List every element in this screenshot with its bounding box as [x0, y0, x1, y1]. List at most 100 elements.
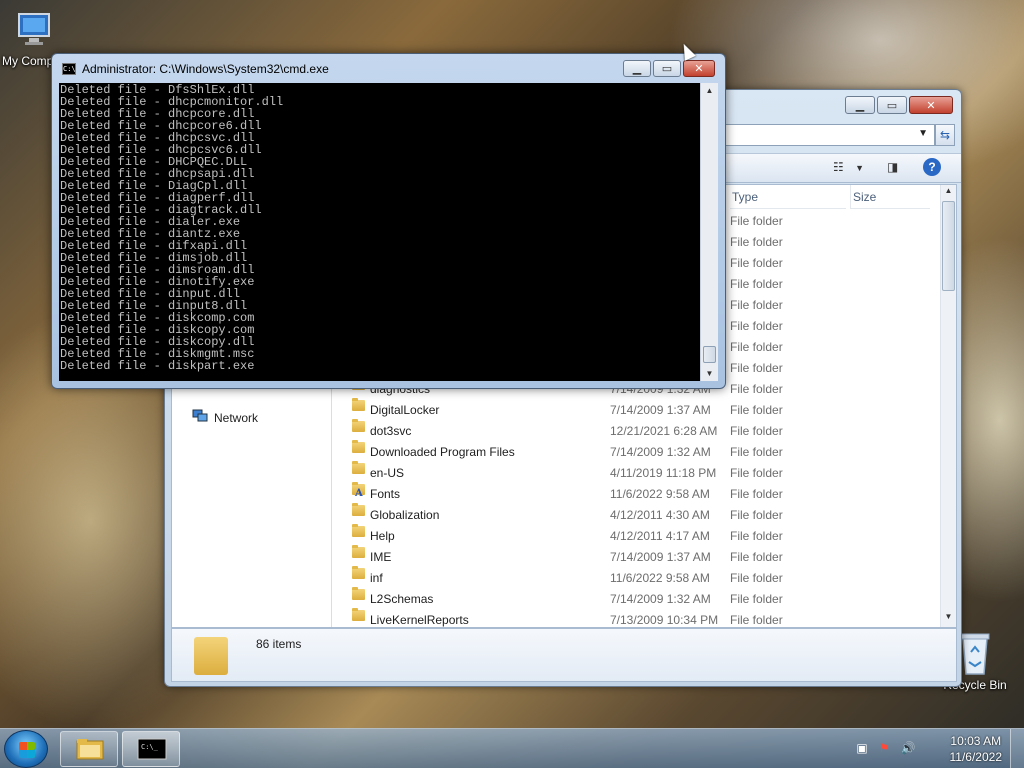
table-row[interactable]: en-US 4/11/2019 11:18 PM File folder — [332, 461, 932, 484]
start-button[interactable] — [4, 730, 48, 768]
folder-icon — [352, 545, 365, 558]
view-options-button[interactable]: ☷ ▼ — [833, 160, 864, 178]
preview-pane-icon: ◨ — [887, 160, 899, 174]
system-tray: ▣ ⚑ 🔊 10:03 AM 11/6/2022 — [854, 729, 1024, 768]
cmd-window[interactable]: C:\ Administrator: C:\Windows\System32\c… — [51, 53, 726, 389]
taskbar: C:\_ ▣ ⚑ 🔊 10:03 AM 11/6/2022 — [0, 728, 1024, 768]
refresh-button[interactable]: ⇆ — [935, 124, 955, 146]
table-row[interactable]: Help 4/12/2011 4:17 AM File folder — [332, 524, 932, 547]
cmd-close-button[interactable]: ✕ — [683, 60, 715, 77]
cmd-icon: C:\ — [62, 63, 76, 75]
row-type: File folder — [730, 298, 783, 312]
table-row[interactable]: dot3svc 12/21/2021 6:28 AM File folder — [332, 419, 932, 442]
maximize-icon: ▭ — [886, 99, 898, 112]
show-desktop-button[interactable] — [1010, 729, 1024, 768]
details-view-icon: ☷ — [833, 160, 844, 174]
column-header-size[interactable]: Size — [850, 185, 930, 209]
close-icon: ✕ — [694, 63, 704, 75]
table-row[interactable]: L2Schemas 7/14/2009 1:32 AM File folder — [332, 587, 932, 610]
row-date: 4/12/2011 4:30 AM — [610, 508, 710, 522]
folder-icon — [352, 524, 365, 537]
row-name: L2Schemas — [370, 592, 434, 606]
row-date: 4/11/2019 11:18 PM — [610, 466, 717, 480]
row-date: 11/6/2022 9:58 AM — [610, 487, 710, 501]
explorer-minimize-button[interactable]: ▁ — [845, 96, 875, 114]
cmd-scrollbar[interactable]: ▲ ▼ — [700, 83, 718, 381]
nav-item-label: Network — [214, 410, 259, 425]
explorer-close-button[interactable]: ✕ — [909, 96, 953, 114]
row-type: File folder — [730, 277, 783, 291]
table-row[interactable]: Downloaded Program Files 7/14/2009 1:32 A… — [332, 440, 932, 463]
details-pane: 86 items — [171, 628, 957, 682]
scroll-down-icon[interactable]: ▼ — [701, 366, 718, 381]
minimize-icon: ▁ — [855, 99, 865, 112]
row-date: 4/12/2011 4:17 AM — [610, 529, 710, 543]
cmd-caption-buttons: ▁ ▭ ✕ — [623, 60, 715, 77]
folder-icon — [352, 566, 365, 579]
row-name: en-US — [370, 466, 405, 480]
folder-icon — [352, 608, 365, 621]
taskbar-explorer-button[interactable] — [60, 731, 118, 767]
row-name: Fonts — [370, 487, 401, 501]
row-type: File folder — [730, 214, 783, 228]
row-type: File folder — [730, 361, 783, 375]
row-type: File folder — [730, 340, 783, 354]
cmd-maximize-button[interactable]: ▭ — [653, 60, 681, 77]
file-list-scrollbar[interactable]: ▲ ▼ — [940, 185, 956, 627]
row-name: Help — [370, 529, 395, 543]
console-lines: Deleted file - DfsShlEx.dll Deleted file … — [59, 83, 700, 373]
table-row[interactable]: Fonts 11/6/2022 9:58 AM File folder — [332, 482, 932, 505]
help-button[interactable]: ? — [923, 158, 941, 176]
row-type: File folder — [730, 550, 783, 564]
folder-icon — [352, 440, 365, 453]
scroll-thumb[interactable] — [942, 201, 955, 291]
cmd-titlebar[interactable]: C:\ Administrator: C:\Windows\System32\c… — [62, 62, 329, 76]
row-type: File folder — [730, 424, 783, 438]
help-icon: ? — [923, 158, 941, 176]
row-name: inf — [370, 571, 383, 585]
table-row[interactable]: DigitalLocker 7/14/2009 1:37 AM File folde… — [332, 398, 932, 421]
address-dropdown-icon[interactable]: ▼ — [918, 128, 928, 139]
scroll-up-icon[interactable]: ▲ — [941, 186, 956, 200]
row-type: File folder — [730, 319, 783, 333]
scroll-up-icon[interactable]: ▲ — [701, 83, 718, 98]
folder-icon — [75, 737, 105, 761]
clock-date: 11/6/2022 — [949, 750, 1003, 764]
row-type: File folder — [730, 487, 783, 501]
folder-icon — [352, 419, 365, 432]
row-type: File folder — [730, 403, 783, 417]
row-type: File folder — [730, 445, 783, 459]
console-output[interactable]: Deleted file - DfsShlEx.dll Deleted file … — [59, 83, 700, 381]
row-name: IME — [370, 550, 392, 564]
table-row[interactable]: Globalization 4/12/2011 4:30 AM File folde… — [332, 503, 932, 526]
row-type: File folder — [730, 235, 783, 249]
nav-item-network[interactable]: Network — [192, 409, 258, 426]
view-dropdown-icon: ▼ — [855, 163, 865, 173]
explorer-maximize-button[interactable]: ▭ — [877, 96, 907, 114]
row-name: dot3svc — [370, 424, 412, 438]
network-tray-icon[interactable]: ▣ — [854, 741, 870, 757]
cmd-icon: C:\_ — [137, 737, 167, 761]
column-header-type[interactable]: Type — [730, 185, 846, 209]
preview-pane-button[interactable]: ◨ — [887, 160, 898, 178]
row-name: Downloaded Program Files — [370, 445, 515, 459]
scroll-thumb[interactable] — [703, 346, 716, 363]
table-row[interactable]: inf 11/6/2022 9:58 AM File folder — [332, 566, 932, 589]
row-date: 7/14/2009 1:32 AM — [610, 445, 711, 459]
volume-icon[interactable]: 🔊 — [900, 741, 916, 757]
network-icon — [192, 409, 208, 426]
scroll-down-icon[interactable]: ▼ — [941, 612, 956, 626]
table-row[interactable]: IME 7/14/2009 1:37 AM File folder — [332, 545, 932, 568]
action-center-icon[interactable]: ⚑ — [876, 741, 892, 757]
row-date: 11/6/2022 9:58 AM — [610, 571, 710, 585]
row-date: 12/21/2021 6:28 AM — [610, 424, 718, 438]
row-name: Globalization — [370, 508, 440, 522]
clock[interactable]: 10:03 AM 11/6/2022 — [950, 733, 1003, 765]
refresh-icon: ⇆ — [939, 128, 951, 142]
table-row[interactable]: LiveKernelReports 7/13/2009 10:34 PM File … — [332, 608, 932, 627]
row-date: 7/14/2009 1:37 AM — [610, 403, 711, 417]
folder-icon — [194, 637, 228, 675]
cmd-minimize-button[interactable]: ▁ — [623, 60, 651, 77]
row-type: File folder — [730, 466, 783, 480]
taskbar-cmd-button[interactable]: C:\_ — [122, 731, 180, 767]
